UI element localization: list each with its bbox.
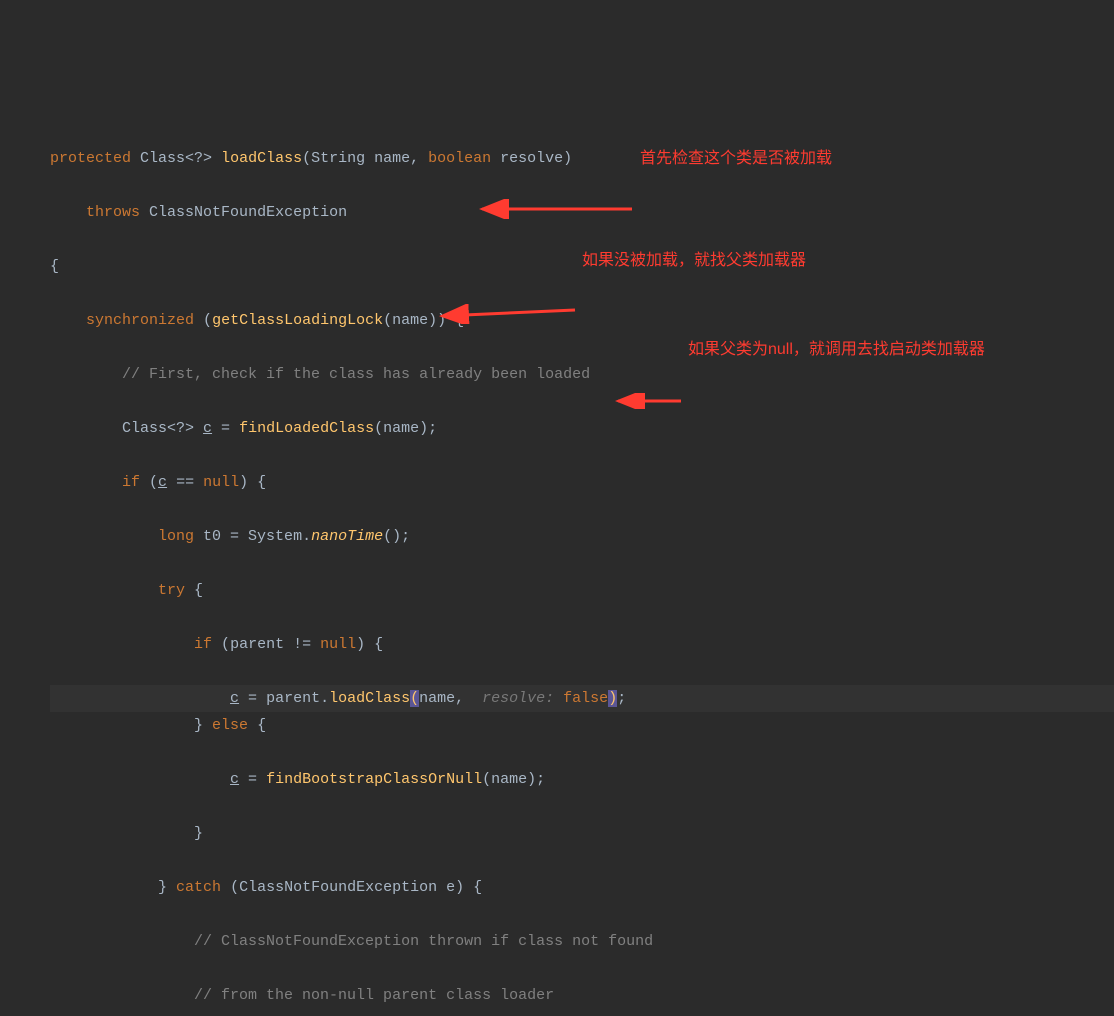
code-line: } else {: [50, 712, 1114, 739]
code-line: try {: [50, 577, 1114, 604]
code-line: c = findBootstrapClassOrNull(name);: [50, 766, 1114, 793]
code-line: if (c == null) {: [50, 469, 1114, 496]
code-line-highlighted: c = parent.loadClass(name, resolve: fals…: [50, 685, 1114, 712]
comment: // from the non-null parent class loader: [194, 987, 554, 1004]
var-c: c: [203, 420, 212, 437]
code-line: if (parent != null) {: [50, 631, 1114, 658]
comment: // First, check if the class has already…: [122, 366, 590, 383]
annotation-2: 如果没被加载，就找父类加载器: [582, 247, 806, 274]
parameter-hint: resolve:: [473, 690, 563, 707]
method-name: loadClass: [221, 150, 302, 167]
keyword-synchronized: synchronized: [86, 312, 194, 329]
annotation-3: 如果父类为null，就调用去找启动类加载器: [688, 336, 985, 363]
code-line: // First, check if the class has already…: [50, 361, 1114, 388]
code-line: long t0 = System.nanoTime();: [50, 523, 1114, 550]
type-class: Class<?>: [140, 150, 212, 167]
comment: // ClassNotFoundException thrown if clas…: [194, 933, 653, 950]
keyword-protected: protected: [50, 150, 131, 167]
code-line: Class<?> c = findLoadedClass(name);: [50, 415, 1114, 442]
code-line: // ClassNotFoundException thrown if clas…: [50, 928, 1114, 955]
annotation-1: 首先检查这个类是否被加载: [640, 145, 832, 172]
bracket-highlight: ): [608, 690, 617, 707]
code-line: }: [50, 820, 1114, 847]
keyword-throws: throws: [86, 204, 140, 221]
code-line: throws ClassNotFoundException: [50, 199, 1114, 226]
code-line: protected Class<?> loadClass(String name…: [50, 145, 1114, 172]
bracket-highlight: (: [410, 690, 419, 707]
code-line: synchronized (getClassLoadingLock(name))…: [50, 307, 1114, 334]
code-line: // from the non-null parent class loader: [50, 982, 1114, 1009]
code-line: } catch (ClassNotFoundException e) {: [50, 874, 1114, 901]
